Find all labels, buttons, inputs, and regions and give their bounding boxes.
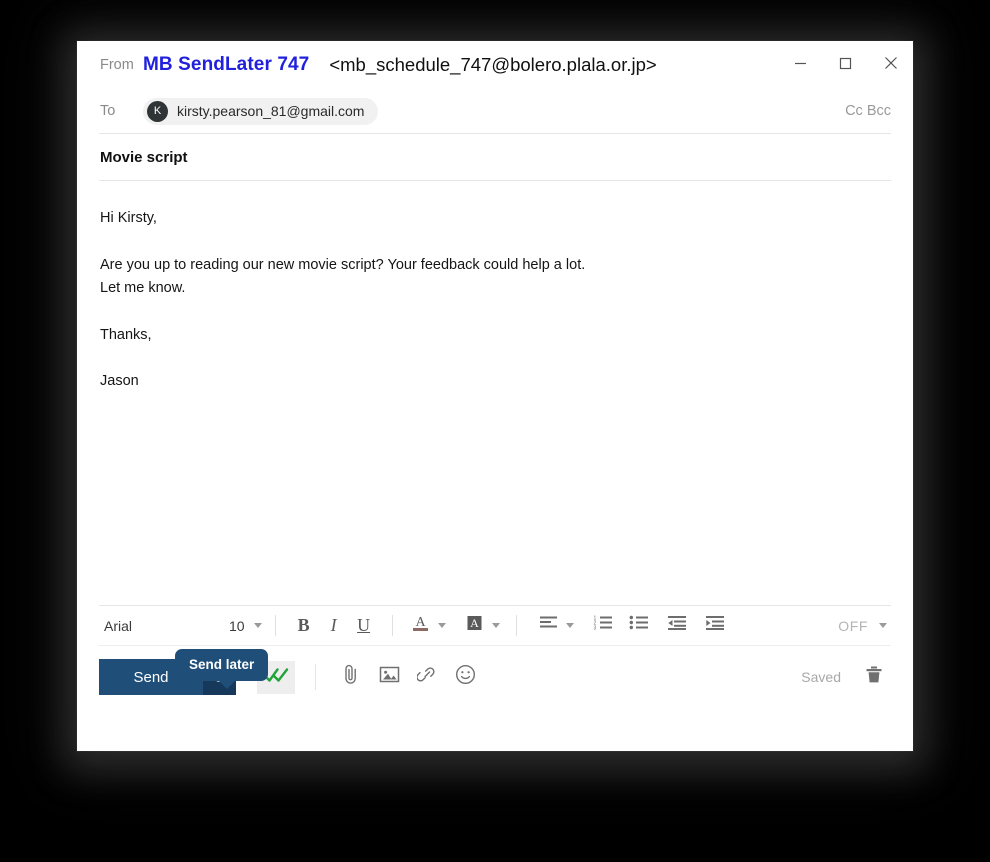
- insert-link-button[interactable]: [410, 660, 444, 694]
- to-row: To K kirsty.pearson_81@gmail.com Cc Bcc: [77, 89, 913, 133]
- close-button[interactable]: [868, 41, 913, 85]
- font-size-select[interactable]: 10: [229, 618, 262, 634]
- from-row: From MB SendLater 747 <mb_schedule_747@b…: [77, 41, 913, 89]
- send-button-label: Send: [133, 668, 169, 686]
- highlight-color-button[interactable]: A: [460, 611, 490, 641]
- decrease-indent-icon: [667, 615, 687, 636]
- maximize-icon: [839, 57, 852, 70]
- font-size-value: 10: [229, 617, 245, 634]
- tracking-off-select[interactable]: OFF: [838, 618, 887, 634]
- recipient-chip[interactable]: K kirsty.pearson_81@gmail.com: [143, 97, 379, 125]
- window-controls: [778, 41, 913, 85]
- svg-text:A: A: [416, 615, 427, 630]
- bulleted-list-button[interactable]: [624, 611, 654, 641]
- increase-indent-icon: [705, 615, 725, 636]
- body-line-4: Thanks,: [100, 326, 152, 343]
- message-body[interactable]: Hi Kirsty, Are you up to reading our new…: [77, 181, 913, 605]
- align-control[interactable]: [534, 611, 574, 641]
- body-line-2: Are you up to reading our new movie scri…: [100, 256, 586, 273]
- saved-status: Saved: [801, 669, 841, 685]
- chevron-down-icon: [253, 623, 262, 628]
- bulleted-list-icon: [629, 615, 649, 636]
- cc-bcc-toggle[interactable]: Cc Bcc: [845, 103, 891, 119]
- toolbar-separator-2: [391, 615, 393, 636]
- action-bar-separator: [315, 664, 316, 690]
- insert-image-button[interactable]: [372, 660, 406, 694]
- increase-indent-button[interactable]: [700, 611, 730, 641]
- font-family-select[interactable]: Arial: [99, 618, 203, 634]
- highlight-color-control[interactable]: A: [460, 611, 500, 641]
- body-line-5: Jason: [100, 373, 139, 390]
- from-email-address[interactable]: <mb_schedule_747@bolero.plala.or.jp>: [329, 54, 656, 76]
- align-left-button[interactable]: [534, 611, 564, 641]
- image-icon: [379, 665, 400, 689]
- bold-button[interactable]: B: [289, 611, 319, 641]
- attach-file-button[interactable]: [334, 660, 368, 694]
- send-later-tooltip: Send later: [175, 649, 269, 689]
- subject-row[interactable]: Movie script: [77, 134, 913, 180]
- numbered-list-button[interactable]: 1 2 3: [588, 611, 618, 641]
- to-label: To: [100, 103, 116, 119]
- toolbar-separator-3: [515, 615, 517, 636]
- underline-button[interactable]: U: [349, 611, 379, 641]
- close-icon: [884, 56, 898, 70]
- minimize-button[interactable]: [778, 41, 823, 85]
- emoji-icon: [455, 664, 476, 690]
- minimize-icon: [794, 57, 807, 70]
- trash-icon: [865, 665, 883, 690]
- maximize-button[interactable]: [823, 41, 868, 85]
- text-color-control[interactable]: A: [406, 611, 446, 641]
- from-display-name[interactable]: MB SendLater 747: [143, 54, 309, 76]
- from-label: From: [100, 57, 134, 73]
- highlight-icon: A: [465, 613, 484, 638]
- desktop-background: From MB SendLater 747 <mb_schedule_747@b…: [0, 0, 990, 862]
- text-color-icon: A: [411, 613, 430, 638]
- tooltip-text: Send later: [189, 657, 255, 672]
- toolbar-separator: [274, 615, 276, 636]
- delete-draft-button[interactable]: [857, 660, 891, 694]
- svg-text:3: 3: [593, 626, 596, 632]
- chevron-down-icon: [565, 623, 574, 628]
- chevron-down-icon: [491, 623, 500, 628]
- chevron-down-icon: [437, 623, 446, 628]
- svg-text:A: A: [470, 616, 479, 630]
- text-color-button[interactable]: A: [406, 611, 436, 641]
- tracking-off-label: OFF: [838, 617, 868, 634]
- italic-button[interactable]: I: [319, 611, 349, 641]
- compose-email-window: From MB SendLater 747 <mb_schedule_747@b…: [77, 41, 913, 751]
- chevron-down-icon: [879, 623, 887, 628]
- action-bar-right: Saved: [801, 660, 891, 694]
- subject-text: Movie script: [100, 148, 188, 166]
- body-line-1: Hi Kirsty,: [100, 210, 157, 226]
- decrease-indent-button[interactable]: [662, 611, 692, 641]
- bold-icon: B: [297, 615, 310, 635]
- italic-icon: I: [330, 615, 337, 635]
- align-left-icon: [539, 615, 558, 636]
- body-line-3: Let me know.: [100, 280, 186, 297]
- body-paragraph-2: Are you up to reading our new movie scri…: [100, 254, 889, 301]
- avatar: K: [147, 100, 168, 122]
- recipient-email: kirsty.pearson_81@gmail.com: [177, 103, 365, 119]
- paperclip-icon: [342, 664, 361, 690]
- formatting-toolbar: Arial 10 B I U A A 1 2 3 OFF: [99, 605, 891, 646]
- underline-icon: U: [357, 615, 371, 635]
- link-icon: [415, 665, 438, 689]
- numbered-list-icon: 1 2 3: [593, 615, 613, 636]
- insert-emoji-button[interactable]: [448, 660, 482, 694]
